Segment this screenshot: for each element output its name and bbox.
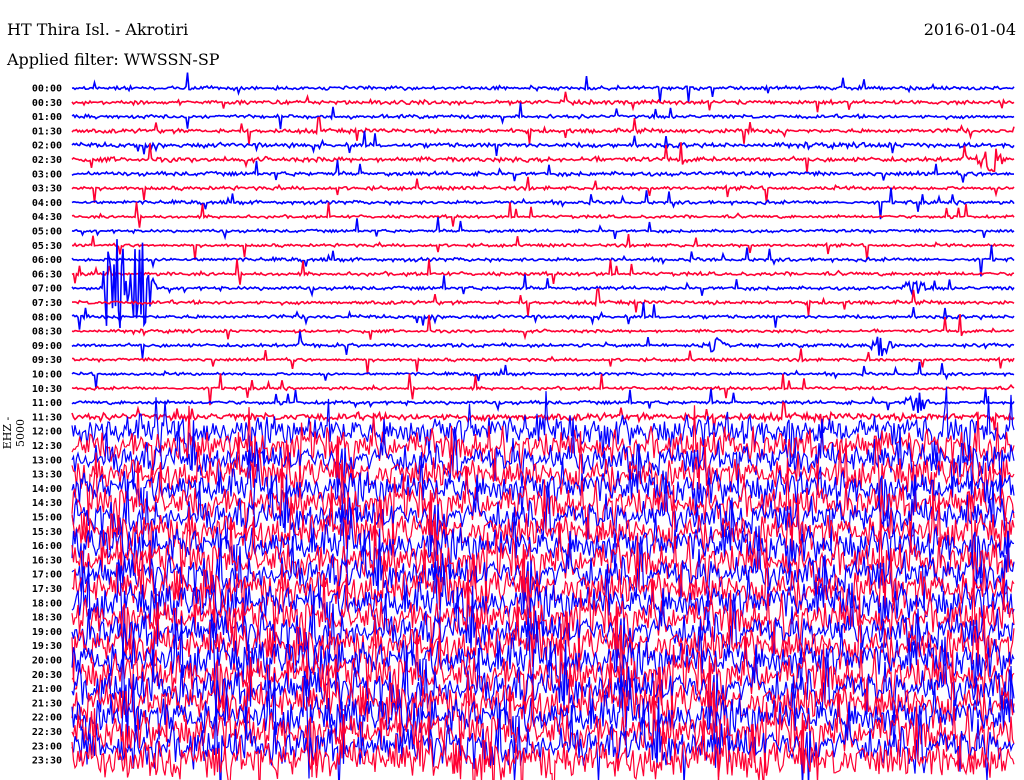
trace-0930 xyxy=(71,348,1015,375)
time-tick-label: 22:30 xyxy=(32,727,62,738)
trace-0730 xyxy=(72,287,1015,317)
time-tick-label: 05:00 xyxy=(32,227,62,238)
trace-0130 xyxy=(71,116,1015,145)
time-tick-label: 15:00 xyxy=(32,513,62,524)
time-tick-label: 04:30 xyxy=(32,212,62,223)
time-tick-label: 10:00 xyxy=(32,370,62,381)
time-tick-label: 17:00 xyxy=(32,570,62,581)
time-tick-label: 08:30 xyxy=(32,327,62,338)
time-tick-label: 09:00 xyxy=(32,341,62,352)
trace-0230 xyxy=(71,142,1015,173)
time-tick-label: 03:30 xyxy=(32,184,62,195)
time-tick-label: 07:00 xyxy=(32,284,62,295)
time-tick-label: 01:00 xyxy=(32,112,62,123)
trace-0430 xyxy=(71,201,1015,228)
time-tick-label: 12:30 xyxy=(32,441,62,452)
time-tick-label: 13:30 xyxy=(32,470,62,481)
time-tick-label: 20:00 xyxy=(32,656,62,667)
trace-0530 xyxy=(71,233,1015,261)
seismogram-traces: 00:00 00:30 01:00 01:30 02:00 02:30 03:00 03:30… xyxy=(32,72,1015,780)
time-tick-label: 08:00 xyxy=(32,312,62,323)
trace-0300 xyxy=(71,159,1014,183)
time-tick-label: 01:30 xyxy=(32,126,62,137)
trace-0700 xyxy=(71,239,1015,329)
time-tick-label: 17:30 xyxy=(32,584,62,595)
time-tick-label: 18:00 xyxy=(32,598,62,609)
time-tick-label: 16:30 xyxy=(32,555,62,566)
channel-label: EHZ - 5000 xyxy=(1,416,27,450)
time-tick-label: 00:30 xyxy=(32,98,62,109)
time-tick-label: 02:30 xyxy=(32,155,62,166)
time-tick-label: 10:30 xyxy=(32,384,62,395)
trace-0000 xyxy=(71,72,1015,103)
time-tick-label: 23:00 xyxy=(32,741,62,752)
time-tick-label: 22:00 xyxy=(32,713,62,724)
trace-0100 xyxy=(71,102,1015,130)
time-tick-label: 06:00 xyxy=(32,255,62,266)
time-tick-label: 23:30 xyxy=(32,756,62,767)
helicorder-plot: HT Thira Isl. - Akrotiri 2016-01-04 Appl… xyxy=(0,0,1024,780)
time-tick-label: 21:00 xyxy=(32,684,62,695)
time-tick-label: 19:30 xyxy=(32,641,62,652)
time-tick-label: 16:00 xyxy=(32,541,62,552)
trace-1100 xyxy=(71,388,1015,413)
time-tick-label: 00:00 xyxy=(32,84,62,95)
time-tick-label: 15:30 xyxy=(32,527,62,538)
time-tick-label: 02:00 xyxy=(32,141,62,152)
time-tick-label: 14:00 xyxy=(32,484,62,495)
time-tick-label: 14:30 xyxy=(32,498,62,509)
time-tick-label: 05:30 xyxy=(32,241,62,252)
time-tick-label: 12:00 xyxy=(32,427,62,438)
trace-0500 xyxy=(71,217,1015,241)
time-tick-label: 20:30 xyxy=(32,670,62,681)
time-tick-label: 09:30 xyxy=(32,355,62,366)
trace-0330 xyxy=(71,176,1015,204)
time-tick-label: 11:00 xyxy=(32,398,62,409)
time-tick-label: 13:00 xyxy=(32,455,62,466)
time-tick-label: 07:30 xyxy=(32,298,62,309)
time-tick-label: 19:00 xyxy=(32,627,62,638)
time-tick-label: 03:00 xyxy=(32,169,62,180)
trace-0030 xyxy=(71,91,1015,113)
time-tick-label: 21:30 xyxy=(32,698,62,709)
trace-0900 xyxy=(71,331,1015,359)
time-tick-label: 04:00 xyxy=(32,198,62,209)
trace-0200 xyxy=(71,130,1015,157)
trace-0400 xyxy=(71,187,1015,220)
time-tick-label: 06:30 xyxy=(32,269,62,280)
time-tick-label: 18:30 xyxy=(32,613,62,624)
time-tick-label: 11:30 xyxy=(32,412,62,423)
trace-0630 xyxy=(71,259,1015,285)
trace-0800 xyxy=(71,302,1015,330)
